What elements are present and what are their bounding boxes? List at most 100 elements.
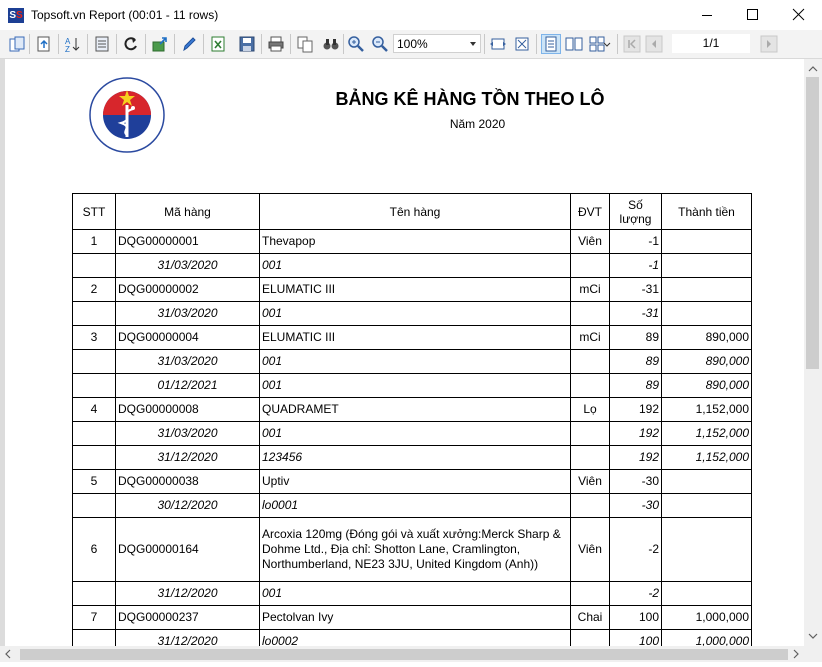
minimize-button[interactable] xyxy=(684,0,730,30)
cell-qty: 89 xyxy=(609,349,662,374)
cell-code: 31/03/2020 xyxy=(115,301,260,326)
cell-stt xyxy=(72,301,116,326)
cell-unit xyxy=(570,445,610,470)
cell-qty: -2 xyxy=(609,517,662,582)
save-icon[interactable] xyxy=(238,35,256,53)
cell-name: 001 xyxy=(259,349,571,374)
cell-code: 31/03/2020 xyxy=(115,421,260,446)
cell-unit: mCi xyxy=(570,325,610,350)
cell-qty: -1 xyxy=(609,229,662,254)
batch-row: 31/12/2020 123456 192 1,152,000 xyxy=(72,445,752,470)
cell-qty: 100 xyxy=(609,605,662,630)
cell-unit xyxy=(570,301,610,326)
cell-amount: 890,000 xyxy=(661,325,752,350)
batch-row: 01/12/2021 001 89 890,000 xyxy=(72,373,752,398)
whole-page-icon[interactable] xyxy=(513,35,531,53)
cell-code: 31/12/2020 xyxy=(115,581,260,606)
cell-unit xyxy=(570,581,610,606)
zoom-dropdown-icon xyxy=(470,42,476,46)
report-subtitle: Năm 2020 xyxy=(449,117,506,131)
cell-qty: -31 xyxy=(609,277,662,302)
cell-stt: 5 xyxy=(72,469,116,494)
cell-stt: 6 xyxy=(72,517,116,582)
cell-unit: Viên xyxy=(570,517,610,582)
batch-row: 31/03/2020 001 -31 xyxy=(72,301,752,326)
export-icon[interactable] xyxy=(35,35,53,53)
zoom-value: 100% xyxy=(397,37,428,51)
zoom-in-icon[interactable] xyxy=(347,35,365,53)
cell-code: DQG00000008 xyxy=(115,397,260,422)
cell-amount xyxy=(661,469,752,494)
cell-amount xyxy=(661,493,752,518)
refresh-icon[interactable] xyxy=(122,35,140,53)
cell-qty: -30 xyxy=(609,493,662,518)
report-title: BẢNG KÊ HÀNG TỒN THEO LÔ xyxy=(335,89,605,109)
cell-unit xyxy=(570,373,610,398)
cell-name: Thevapop xyxy=(259,229,571,254)
close-button[interactable] xyxy=(776,0,822,30)
page-indicator[interactable]: 1/1 xyxy=(672,34,750,53)
cell-unit: Chai xyxy=(570,605,610,630)
cell-amount: 1,152,000 xyxy=(661,397,752,422)
one-page-icon[interactable] xyxy=(541,34,561,54)
cell-unit xyxy=(570,253,610,278)
next-page-icon[interactable] xyxy=(760,35,778,53)
page-edge xyxy=(0,59,5,646)
batch-row: 31/03/2020 001 89 890,000 xyxy=(72,349,752,374)
cell-name: 001 xyxy=(259,301,571,326)
batch-row: 31/03/2020 001 -1 xyxy=(72,253,752,278)
horizontal-scroll-thumb[interactable] xyxy=(20,649,788,660)
export-excel-icon[interactable] xyxy=(209,35,227,53)
page-width-icon[interactable] xyxy=(489,35,507,53)
cell-stt xyxy=(72,581,116,606)
page-setup-icon[interactable] xyxy=(8,35,26,53)
cell-stt: 1 xyxy=(72,229,116,254)
cell-unit: Viên xyxy=(570,469,610,494)
cell-qty: 192 xyxy=(609,397,662,422)
cell-qty: 89 xyxy=(609,325,662,350)
cell-amount: 1,152,000 xyxy=(661,445,752,470)
cell-unit: Viên xyxy=(570,229,610,254)
cell-amount: 1,000,000 xyxy=(661,605,752,630)
cell-stt: 2 xyxy=(72,277,116,302)
cell-stt xyxy=(72,253,116,278)
item-row: 5 DQG00000038 Uptiv Viên -30 xyxy=(72,469,752,494)
cell-code: 31/03/2020 xyxy=(115,349,260,374)
cell-code: 31/12/2020 xyxy=(115,445,260,470)
cell-unit: mCi xyxy=(570,277,610,302)
copy-icon[interactable] xyxy=(296,35,314,53)
zoom-out-icon[interactable] xyxy=(371,35,389,53)
batch-row: 31/12/2020 001 -2 xyxy=(72,581,752,606)
two-pages-icon[interactable] xyxy=(565,35,583,53)
header-name: Tên hàng xyxy=(259,193,571,230)
table-header-row: STT Mã hàng Tên hàng ĐVT Số lượng Thành … xyxy=(72,193,752,230)
parameters-icon[interactable] xyxy=(93,35,111,53)
header-amount: Thành tiền xyxy=(661,193,752,230)
first-page-icon[interactable] xyxy=(623,35,641,53)
sort-icon[interactable]: AZ xyxy=(64,35,82,54)
header-code: Mã hàng xyxy=(115,193,260,230)
edit-icon[interactable] xyxy=(180,35,198,53)
cell-amount: 890,000 xyxy=(661,349,752,374)
cell-stt: 3 xyxy=(72,325,116,350)
print-icon[interactable] xyxy=(267,35,285,53)
chevron-down-icon[interactable] xyxy=(603,35,611,53)
cell-amount xyxy=(661,229,752,254)
cell-stt: 7 xyxy=(72,605,116,630)
cell-name: 001 xyxy=(259,421,571,446)
cell-code: DQG00000164 xyxy=(115,517,260,582)
previous-page-icon[interactable] xyxy=(645,35,663,53)
cell-code: DQG00000002 xyxy=(115,277,260,302)
cell-amount xyxy=(661,517,752,582)
find-icon[interactable] xyxy=(322,35,340,53)
app-logo-icon: SS xyxy=(8,8,24,23)
cell-stt: 4 xyxy=(72,397,116,422)
zoom-select[interactable]: 100% xyxy=(393,34,481,53)
ministry-of-health-logo xyxy=(89,77,165,153)
cell-amount: 1,152,000 xyxy=(661,421,752,446)
header-stt: STT xyxy=(72,193,116,230)
cell-stt xyxy=(72,421,116,446)
vertical-scroll-thumb[interactable] xyxy=(806,77,819,369)
maximize-button[interactable] xyxy=(730,0,776,30)
open-icon[interactable] xyxy=(151,35,169,53)
